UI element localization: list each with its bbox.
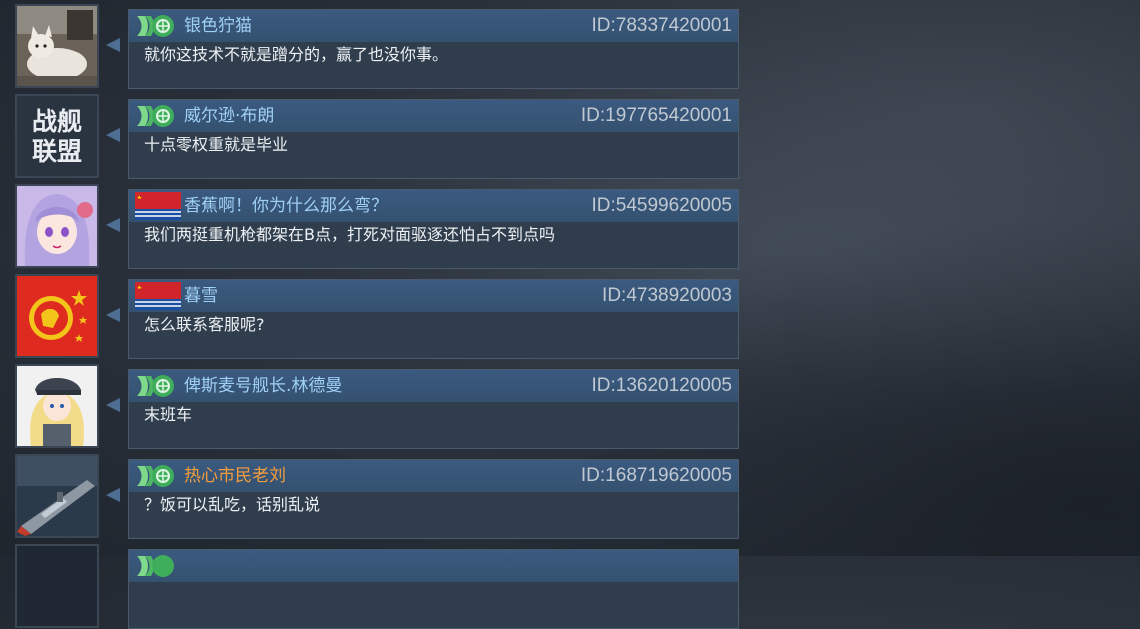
chat-row: 战舰 联盟 威尔逊·布朗 ID:197765420001 十点零权重就是毕业 <box>0 90 760 179</box>
red-star-emblem <box>17 276 97 356</box>
message-header: 威尔逊·布朗 ID:197765420001 <box>129 100 738 132</box>
player-id: ID:168719620005 <box>580 465 732 486</box>
warship-avatar[interactable] <box>15 454 99 538</box>
cat-photo <box>17 6 97 86</box>
bubble-pointer <box>106 398 120 412</box>
username[interactable]: 热心市民老刘 <box>184 466 286 486</box>
username[interactable]: 银色狞猫 <box>184 16 252 36</box>
message-header: 热心市民老刘 ID:168719620005 <box>129 460 738 492</box>
username[interactable]: 香蕉啊！你为什么那么弯？ <box>184 196 388 216</box>
avatar-logo-line2: 联盟 <box>31 137 82 166</box>
player-id: ID:13620120005 <box>591 375 732 396</box>
bubble-pointer <box>106 128 120 142</box>
chat-row: 暮雪 ID:4738920003 怎么联系客服呢? <box>0 270 760 359</box>
chat-message-list[interactable]: 银色狞猫 ID:78337420001 就你这技术不就是蹭分的，赢了也没你事。 … <box>0 0 760 629</box>
anime-girl-portrait <box>17 186 97 266</box>
message-bubble[interactable]: 暮雪 ID:4738920003 怎么联系客服呢? <box>128 279 739 359</box>
message-header: 暮雪 ID:4738920003 <box>129 280 738 312</box>
message-bubble[interactable]: 威尔逊·布朗 ID:197765420001 十点零权重就是毕业 <box>128 99 739 179</box>
message-header: 银色狞猫 ID:78337420001 <box>129 10 738 42</box>
message-bubble[interactable]: 热心市民老刘 ID:168719620005 ？饭可以乱吃，话别乱说 <box>128 459 739 539</box>
anime-girl-avatar[interactable] <box>15 184 99 268</box>
message-bubble[interactable] <box>128 549 739 629</box>
bubble-pointer <box>106 218 120 232</box>
player-id: ID:197765420001 <box>580 105 732 126</box>
bubble-pointer <box>106 308 120 322</box>
anime-officer-avatar[interactable] <box>15 364 99 448</box>
message-text: 十点零权重就是毕业 <box>144 135 289 154</box>
warship-image <box>17 456 97 536</box>
message-text: ？饭可以乱吃，话别乱说 <box>144 495 321 514</box>
chat-row: 香蕉啊！你为什么那么弯？ ID:54599620005 我们两挺重机枪都架在B点… <box>0 180 760 269</box>
green-alliance-emblem-icon <box>135 12 181 40</box>
message-text: 末班车 <box>144 405 193 424</box>
player-id: ID:54599620005 <box>591 195 732 216</box>
username[interactable]: 暮雪 <box>184 286 218 306</box>
username[interactable]: 威尔逊·布朗 <box>184 106 274 126</box>
bubble-pointer <box>106 38 120 52</box>
bubble-pointer <box>106 488 120 502</box>
green-alliance-emblem-icon <box>135 372 181 400</box>
message-bubble[interactable]: 香蕉啊！你为什么那么弯？ ID:54599620005 我们两挺重机枪都架在B点… <box>128 189 739 269</box>
message-bubble[interactable]: 银色狞猫 ID:78337420001 就你这技术不就是蹭分的，赢了也没你事。 <box>128 9 739 89</box>
chat-row: 银色狞猫 ID:78337420001 就你这技术不就是蹭分的，赢了也没你事。 <box>0 0 760 89</box>
chat-row-partial-bottom <box>0 540 760 629</box>
anime-officer-portrait <box>17 366 97 446</box>
player-id: ID:78337420001 <box>591 15 732 36</box>
green-alliance-emblem-icon <box>135 102 181 130</box>
message-header: 俾斯麦号舰长.林德曼 ID:13620120005 <box>129 370 738 402</box>
green-alliance-emblem-icon <box>135 552 181 580</box>
red-star-emblem-avatar[interactable] <box>15 274 99 358</box>
avatar[interactable] <box>15 544 99 628</box>
green-alliance-emblem-icon <box>135 462 181 490</box>
message-header <box>129 550 738 582</box>
naval-ensign-flag-icon <box>135 282 181 310</box>
chat-row: 俾斯麦号舰长.林德曼 ID:13620120005 末班车 <box>0 360 760 449</box>
username[interactable]: 俾斯麦号舰长.林德曼 <box>184 376 342 396</box>
chat-row: 热心市民老刘 ID:168719620005 ？饭可以乱吃，话别乱说 <box>0 450 760 539</box>
player-id: ID:4738920003 <box>602 285 732 306</box>
message-text: 怎么联系客服呢? <box>144 315 265 334</box>
game-logo-avatar[interactable]: 战舰 联盟 <box>15 94 99 178</box>
message-bubble[interactable]: 俾斯麦号舰长.林德曼 ID:13620120005 末班车 <box>128 369 739 449</box>
message-text: 我们两挺重机枪都架在B点，打死对面驱逐还怕占不到点吗 <box>144 225 555 244</box>
message-header: 香蕉啊！你为什么那么弯？ ID:54599620005 <box>129 190 738 222</box>
message-text: 就你这技术不就是蹭分的，赢了也没你事。 <box>144 45 449 64</box>
cat-photo-avatar[interactable] <box>15 4 99 88</box>
avatar-logo-line1: 战舰 <box>31 107 82 136</box>
naval-ensign-flag-icon <box>135 192 181 220</box>
